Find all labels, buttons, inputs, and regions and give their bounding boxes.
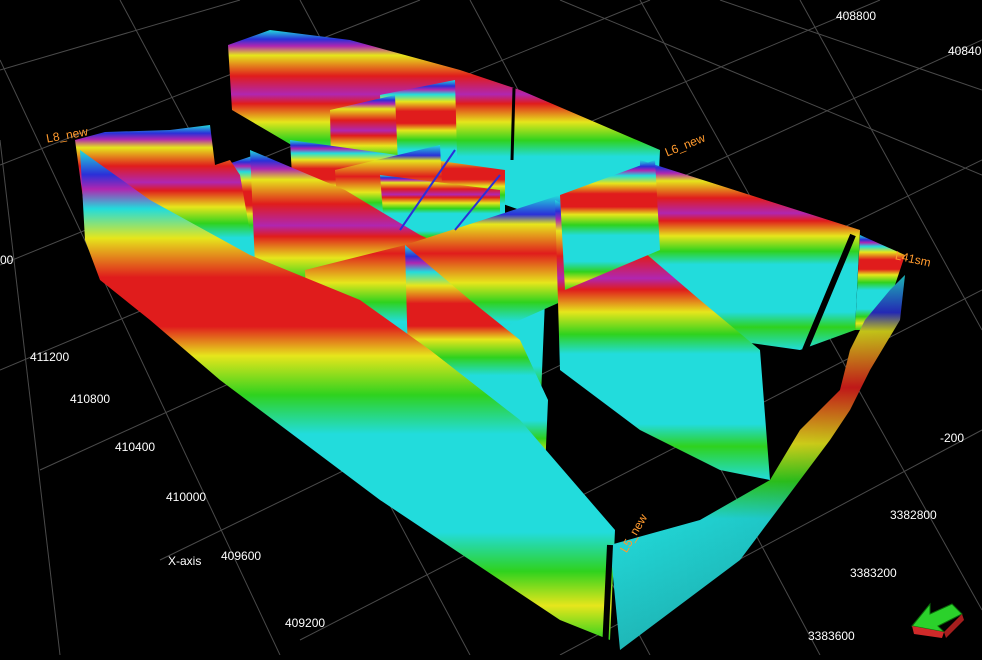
y-axis-tick: 3383200 [850,566,897,580]
y-axis-tick: 3383600 [808,629,855,643]
x-axis-tick: 410000 [166,490,207,504]
seismic-3d-viewport[interactable]: L8_new L6_new L41sm L5_new 00 411200 410… [0,0,982,656]
x-axis-tick: 410800 [70,392,111,406]
x-axis-title: X-axis [168,554,202,568]
z-axis-tick: -200 [940,431,965,445]
top-axis-tick: 408800 [836,9,877,23]
x-axis-partial-tick: 00 [0,253,14,267]
top-axis-tick: 40840 [948,44,982,58]
rotate-arrow-icon[interactable] [906,598,966,644]
x-axis-tick: 409600 [221,549,262,563]
x-axis-tick: 411200 [30,350,70,364]
x-axis-tick: 409200 [285,616,326,630]
x-axis-tick: 410400 [115,440,156,454]
y-axis-tick: 3382800 [890,508,937,522]
well-marker [510,87,516,161]
seismic-scene[interactable] [0,0,982,656]
